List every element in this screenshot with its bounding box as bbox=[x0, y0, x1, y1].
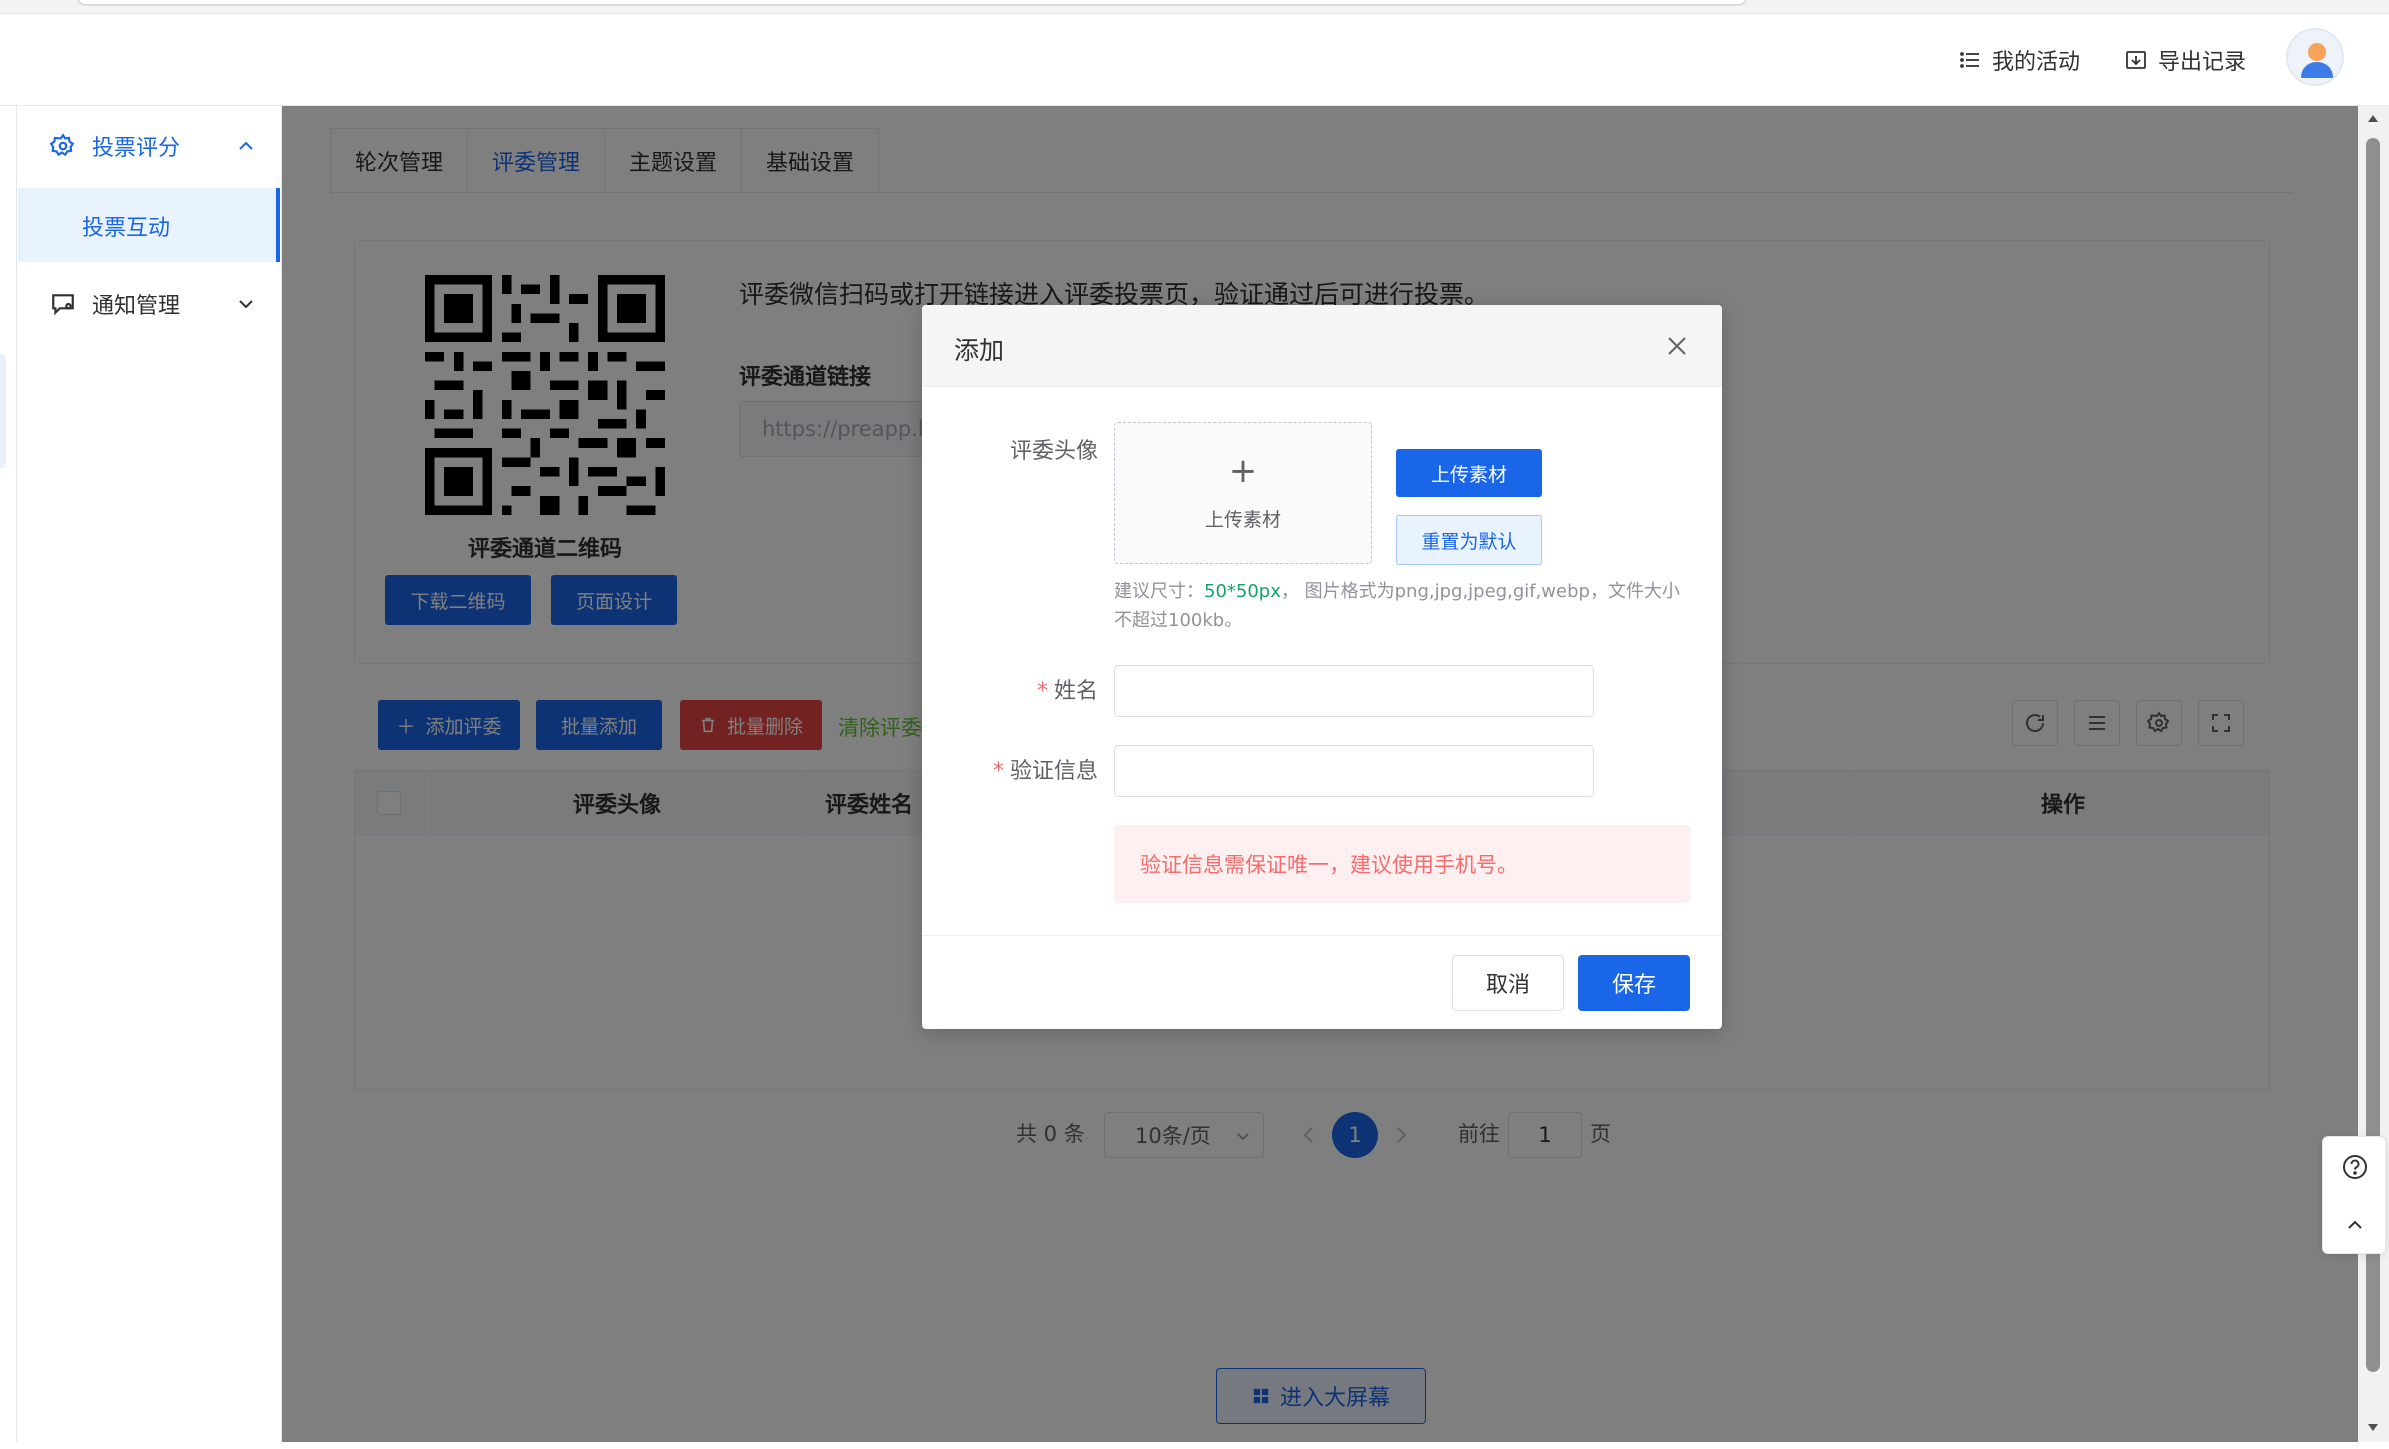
notice-icon bbox=[52, 294, 74, 316]
my-activity-label: 我的活动 bbox=[1992, 50, 2081, 75]
verify-label-text: 验证信息 bbox=[1009, 759, 1098, 784]
plus-icon: + bbox=[1228, 451, 1258, 491]
sidebar-group-label: 通知管理 bbox=[92, 294, 181, 319]
scroll-down-icon[interactable] bbox=[2366, 1420, 2380, 1434]
save-button[interactable]: 保存 bbox=[1578, 955, 1690, 1011]
upload-hint: 建议尺寸：50*50px， 图片格式为png,jpg,jpeg,gif,webp… bbox=[1114, 577, 1684, 635]
app-header: 我的活动 导出记录 bbox=[0, 14, 2389, 106]
name-label-text: 姓名 bbox=[1053, 679, 1098, 704]
required-mark: * bbox=[992, 759, 1004, 784]
hint-size: 50*50px bbox=[1204, 581, 1281, 602]
export-icon bbox=[2126, 51, 2146, 69]
dialog-title: 添加 bbox=[954, 336, 1005, 365]
add-judge-dialog: 添加 评委头像 + 上传素材 上传素材 重置为默认 建议尺寸：50*50px， … bbox=[922, 305, 1722, 1029]
user-avatar[interactable] bbox=[2286, 28, 2344, 86]
chevron-up-icon bbox=[239, 141, 253, 150]
browser-top-strip bbox=[0, 0, 2389, 14]
cancel-button[interactable]: 取消 bbox=[1452, 955, 1564, 1011]
dialog-footer-divider bbox=[922, 935, 1722, 936]
sidebar-handle[interactable] bbox=[0, 354, 6, 468]
help-icon[interactable] bbox=[2341, 1153, 2369, 1181]
close-icon[interactable] bbox=[1662, 331, 1692, 361]
scroll-up-icon[interactable] bbox=[2366, 112, 2380, 126]
chevron-down-icon bbox=[239, 300, 253, 309]
my-activity-link[interactable]: 我的活动 bbox=[1958, 44, 2080, 76]
avatar-upload-area[interactable]: + 上传素材 bbox=[1114, 422, 1372, 564]
gear-icon bbox=[50, 133, 75, 157]
export-records-link[interactable]: 导出记录 bbox=[2124, 44, 2246, 76]
sidebar-group-notice[interactable]: 通知管理 bbox=[18, 264, 280, 344]
required-mark: * bbox=[1036, 679, 1048, 704]
name-label: * 姓名 bbox=[962, 673, 1098, 705]
verify-alert: 验证信息需保证唯一，建议使用手机号。 bbox=[1114, 825, 1690, 903]
verify-input[interactable] bbox=[1114, 745, 1594, 797]
hint-prefix: 建议尺寸： bbox=[1114, 581, 1204, 602]
upload-material-button[interactable]: 上传素材 bbox=[1396, 449, 1542, 497]
sidebar-item-label: 投票互动 bbox=[82, 216, 171, 241]
sidebar-item-vote-interaction[interactable]: 投票互动 bbox=[18, 188, 280, 262]
verify-label: * 验证信息 bbox=[962, 753, 1098, 785]
user-avatar-icon bbox=[2301, 43, 2333, 78]
list-icon bbox=[1960, 52, 1979, 68]
sidebar-group-vote-score[interactable]: 投票评分 bbox=[18, 106, 280, 186]
address-bar-edge bbox=[76, 0, 1748, 6]
back-to-top-icon[interactable] bbox=[2341, 1211, 2369, 1239]
floating-tools bbox=[2322, 1136, 2386, 1254]
upload-area-label: 上传素材 bbox=[1204, 509, 1281, 531]
sidebar: 投票评分 投票互动 通知管理 bbox=[0, 106, 282, 1442]
avatar-label: 评委头像 bbox=[1009, 439, 1098, 464]
name-input[interactable] bbox=[1114, 665, 1594, 717]
sidebar-group-label: 投票评分 bbox=[92, 136, 181, 161]
reset-default-button[interactable]: 重置为默认 bbox=[1396, 515, 1542, 565]
dialog-header: 添加 bbox=[922, 305, 1722, 387]
export-records-label: 导出记录 bbox=[2158, 50, 2247, 75]
sidebar-edge bbox=[16, 106, 17, 1442]
